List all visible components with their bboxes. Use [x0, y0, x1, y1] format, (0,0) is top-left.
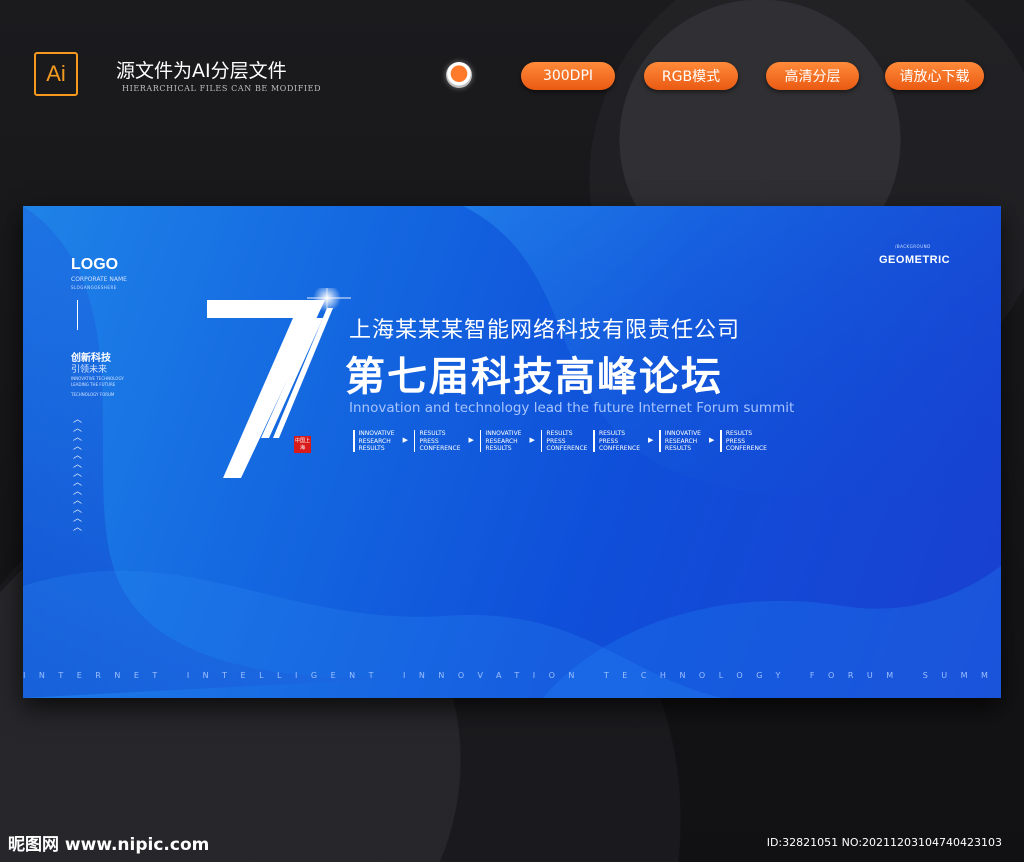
corporate-name: CORPORATE NAME — [71, 276, 127, 283]
pill-dpi: 300DPI — [521, 62, 615, 90]
pill-rgb: RGB模式 — [644, 62, 738, 90]
left-tiny-1: INNOVATIVE TECHNOLOGY — [71, 376, 124, 381]
bottom-tagline: INTERNET INTELLIGENT INNOVATION TECHNOLO… — [23, 671, 1001, 680]
left-tiny-3: TECHNOLOGY FORUM — [71, 392, 115, 397]
tag-item: INNOVATIVE RESEARCH RESULTS ▶ — [659, 430, 714, 453]
orb-icon — [446, 62, 472, 88]
ai-file-icon: Ai — [34, 52, 78, 96]
arrow-right-icon: ▶ — [648, 436, 654, 444]
tag-item: RESULTS PRESS CONFERENCE ▶ — [413, 430, 474, 453]
logo-text: LOGO — [71, 256, 119, 273]
arrow-right-icon: ▶ — [708, 436, 715, 444]
watermark-brand: 昵图网 www.nipic.com — [8, 835, 210, 855]
arrow-right-icon: ▶ — [529, 436, 535, 444]
ai-label: Ai — [46, 61, 66, 86]
pill-download: 请放心下载 — [885, 62, 984, 90]
tag-item: INNOVATIVE RESEARCH RESULTS ▶ — [479, 430, 535, 453]
left-tiny-2: LEADING THE FUTURE — [71, 382, 116, 387]
pill-layered: 高清分层 — [766, 62, 859, 90]
arrow-right-icon: ▶ — [468, 436, 474, 444]
header-title: 源文件为AI分层文件 — [116, 60, 287, 82]
chevron-up-stack-icon: ︿ ︿ ︿ ︿ ︿ ︿ ︿ ︿ ︿ ︿ ︿ ︿ ︿ — [73, 415, 83, 533]
forum-banner: LOGO CORPORATE NAME SLOGANGOESHERE 创新科技 … — [23, 206, 1001, 698]
forum-subtitle: Innovation and technology lead the futur… — [349, 400, 795, 416]
watermark-id: ID:32821051 NO:20211203104740423103 — [766, 836, 1002, 849]
arrow-right-icon: ▶ — [402, 436, 408, 444]
geometric-label-small: /BACKGROUND — [895, 244, 931, 249]
left-subtitle: 引领未来 — [71, 365, 108, 375]
red-seal-stamp: 中国上海 — [294, 436, 311, 453]
tag-item: INNOVATIVE RESEARCH RESULTS ▶ — [353, 430, 408, 453]
company-name: 上海某某某智能网络科技有限责任公司 — [349, 318, 741, 343]
tag-item: RESULTS PRESS CONFERENCE ▶ — [593, 430, 653, 453]
corporate-slogan: SLOGANGOESHERE — [71, 285, 117, 290]
divider — [77, 300, 78, 330]
tag-item: RESULTS PRESS CONFERENCE — [540, 430, 587, 453]
header-subtitle: HIERARCHICAL FILES CAN BE MODIFIED — [122, 84, 322, 93]
forum-title: 第七届科技高峰论坛 — [345, 354, 723, 400]
tag-item: RESULTS PRESS CONFERENCE — [720, 430, 767, 453]
tag-row: INNOVATIVE RESEARCH RESULTS ▶ RESULTS PRESS C… — [353, 430, 773, 453]
geometric-label: GEOMETRIC — [879, 254, 951, 266]
